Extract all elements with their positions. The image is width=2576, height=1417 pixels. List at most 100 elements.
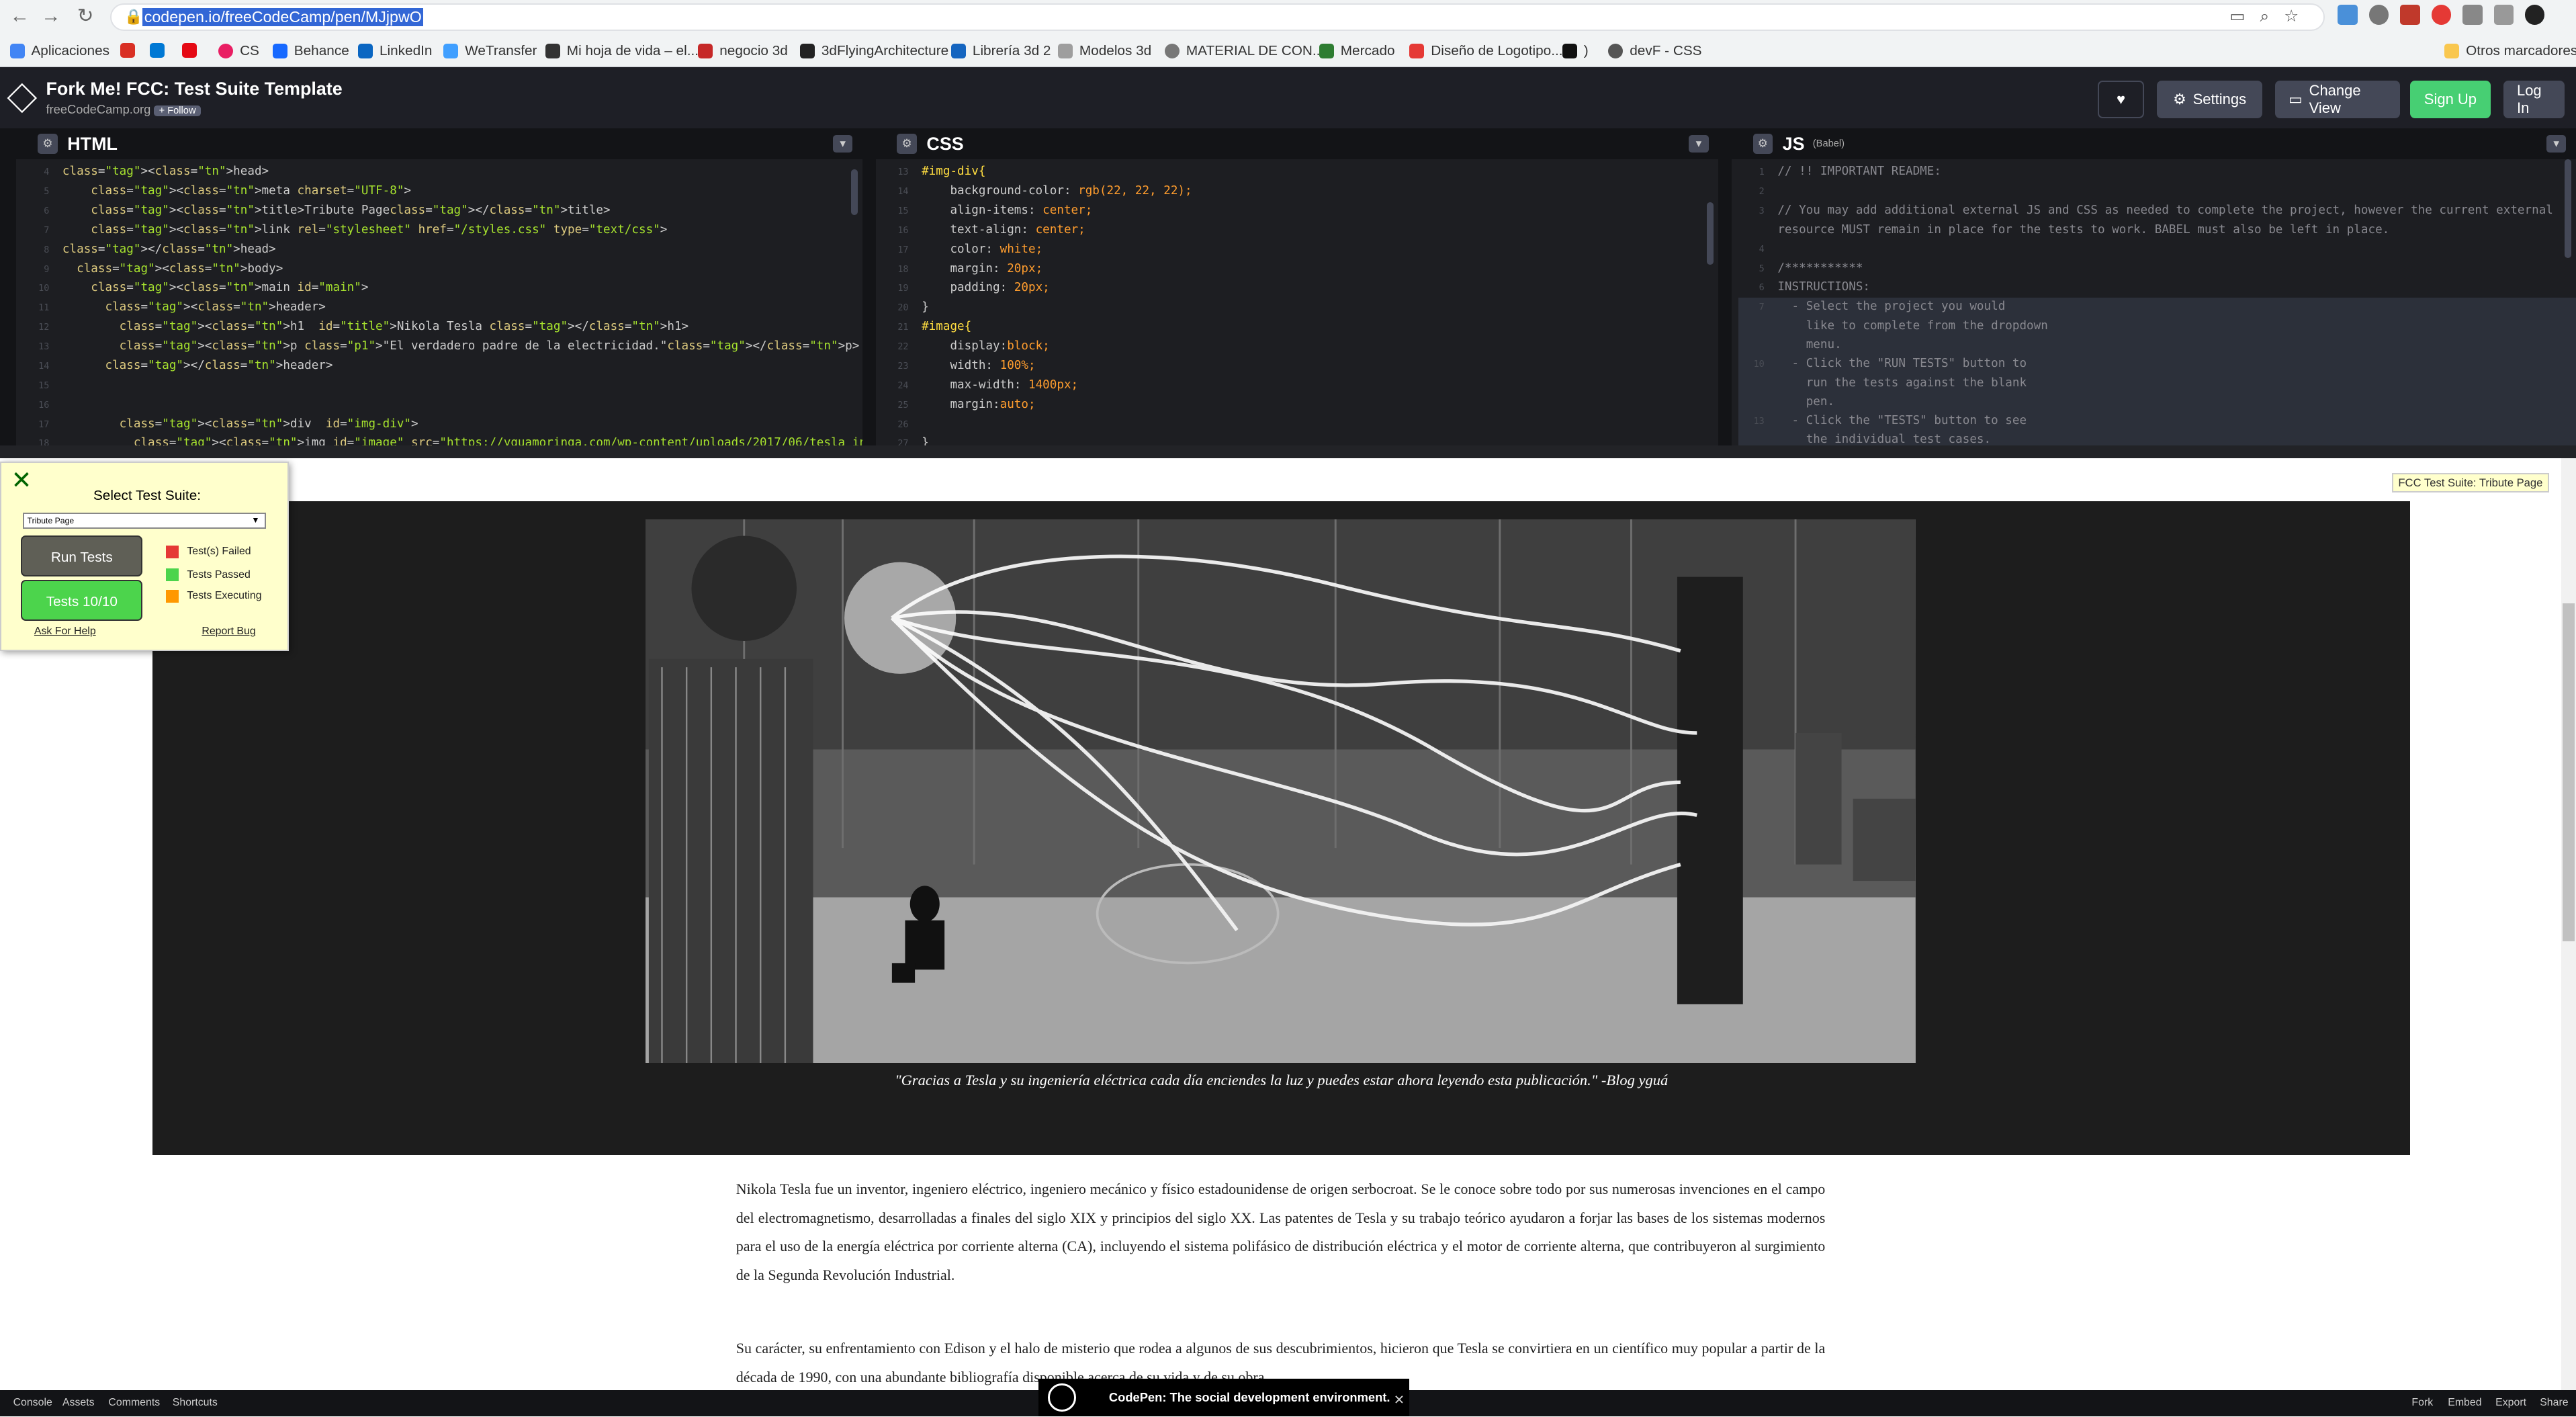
extension-icon[interactable] [2493,5,2514,25]
bookmark-devf-css[interactable]: devF - CSS [1608,43,1702,59]
bookmark-netflix-icon[interactable] [182,42,204,58]
close-icon[interactable]: ✕ [1394,1392,1405,1408]
bookmark-wetransfer[interactable]: WeTransfer [443,43,537,59]
code-line[interactable]: 5 class="tag"><class="tn">meta charset="… [23,182,862,202]
html-code[interactable]: 4 class="tag"><class="tn">head> 5 class="t… [16,159,862,445]
code-line[interactable]: 12 class="tag"><class="tn">h1 id="title"… [23,318,862,337]
chevron-down-icon[interactable]: ▾ [2546,134,2567,153]
code-line[interactable]: 21 #image{ [882,318,1718,337]
comments-button[interactable]: Comments [108,1397,160,1409]
follow-button[interactable]: + Follow [154,105,201,116]
code-line[interactable]: 14 class="tag"></class="tn">header> [23,357,862,376]
code-line[interactable]: 19 padding: 20px; [882,279,1718,298]
scrollbar[interactable] [850,169,858,216]
code-line[interactable]: 11 class="tag"><class="tn">header> [23,298,862,318]
code-line[interactable]: 25 margin:auto; [882,396,1718,415]
bookmark-hoja-de-vida[interactable]: Mi hoja de vida – el... [545,43,699,59]
address-bar[interactable]: 🔒 codepen.io/freeCodeCamp/pen/MJjpwO ▭⌕☆ [109,3,2325,32]
bookmark-linkedin[interactable]: LinkedIn [358,43,432,59]
code-line[interactable]: resource MUST remain in place for the te… [1738,221,2576,240]
code-line[interactable]: 7 - Select the project you would [1738,298,2576,318]
reload-icon[interactable]: ↻ [74,5,97,28]
code-line[interactable]: 8 class="tag"></class="tn">head> [23,241,862,260]
gear-icon[interactable]: ⚙ [1752,134,1773,154]
scrollbar-thumb[interactable] [2563,603,2575,942]
code-line[interactable]: 23 width: 100%; [882,357,1718,376]
resize-handle[interactable] [0,445,2576,459]
change-view-button[interactable]: ▭ Change View [2275,80,2401,119]
bookmark-material[interactable]: MATERIAL DE CON... [1165,43,1324,59]
export-button[interactable]: Export [2495,1397,2526,1409]
bookmark-cs[interactable]: CS [218,43,259,59]
code-line[interactable]: 15 [23,376,862,396]
js-code[interactable]: 1 // !! IMPORTANT README: 2 3 // You may add… [1732,159,2576,445]
embed-button[interactable]: Embed [2448,1397,2481,1409]
fork-button[interactable]: Fork [2411,1397,2433,1409]
extension-icon[interactable] [2431,5,2452,25]
code-line[interactable]: 14 background-color: rgb(22, 22, 22); [882,182,1718,202]
heart-icon[interactable]: ♥ [2098,80,2144,119]
share-button[interactable]: Share [2540,1397,2568,1409]
code-line[interactable]: menu. [1738,336,2576,355]
code-line[interactable]: 2 [1738,182,2576,202]
code-line[interactable]: 1 // !! IMPORTANT README: [1738,163,2576,182]
shortcuts-button[interactable]: Shortcuts [173,1397,218,1409]
scrollbar[interactable] [1707,202,1714,265]
bookmark-mercado[interactable]: Mercado [1319,43,1395,59]
bookmark-other[interactable]: Otros marcadores [2444,43,2576,59]
code-line[interactable]: 15 align-items: center; [882,202,1718,221]
extension-icon[interactable] [2368,5,2389,25]
gear-icon[interactable]: ⚙ [38,134,58,154]
code-line[interactable]: 10 - Click the "RUN TESTS" button to [1738,354,2576,374]
tests-result-button[interactable]: Tests 10/10 [21,579,143,621]
code-line[interactable]: 10 class="tag"><class="tn">main id="main… [23,279,862,298]
extension-icon[interactable] [2462,5,2483,25]
code-line[interactable]: pen. [1738,392,2576,412]
code-line[interactable]: 20} [882,298,1718,318]
bookmark-paren[interactable]: ) [1562,43,1589,59]
codepen-logo-icon[interactable] [7,83,38,113]
bookmark-modelos-3d[interactable]: Modelos 3d [1058,43,1151,59]
code-line[interactable]: 4 [1738,240,2576,259]
url-text[interactable]: codepen.io/freeCodeCamp/pen/MJjpwO [142,7,424,26]
css-editor[interactable]: ⚙ CSS ▾ 13 #img-div{14 background-color: … [875,128,1719,445]
code-line[interactable]: 7 class="tag"><class="tn">link rel="styl… [23,221,862,241]
extension-icon[interactable] [2338,5,2358,25]
code-line[interactable]: 17 color: white; [882,241,1718,260]
bookmark-negocio-3d[interactable]: negocio 3d [698,43,788,59]
code-line[interactable]: the individual test cases. [1738,431,2576,445]
code-line[interactable]: 18 margin: 20px; [882,260,1718,280]
html-editor[interactable]: ⚙ HTML ▾ 4 class="tag"><class="tn">head> 5… [16,128,863,445]
code-line[interactable]: 24 max-width: 1400px; [882,376,1718,396]
owner-name[interactable]: freeCodeCamp.org [46,102,150,116]
console-button[interactable]: Console [13,1397,52,1409]
forward-icon[interactable]: → [40,5,62,28]
code-line[interactable]: 4 class="tag"><class="tn">head> [23,163,862,182]
code-line[interactable]: 13 class="tag"><class="tn">p class="p1">… [23,337,862,357]
code-line[interactable]: 18 class="tag"><class="tn">img id="image… [23,434,862,445]
code-line[interactable]: run the tests against the blank [1738,374,2576,393]
bookmark-apps[interactable]: Aplicaciones [9,43,109,59]
profile-avatar[interactable] [2525,5,2545,25]
assets-button[interactable]: Assets [62,1397,95,1409]
scrollbar[interactable] [2564,159,2571,258]
code-line[interactable]: 9 class="tag"><class="tn">body> [23,260,862,280]
code-line[interactable]: 6 INSTRUCTIONS: [1738,278,2576,298]
bookmark-outlook-icon[interactable] [149,42,171,58]
gear-icon[interactable]: ⚙ [897,134,917,154]
code-line[interactable]: 13 - Click the "TESTS" button to see [1738,411,2576,431]
code-line[interactable]: 16 text-align: center; [882,221,1718,241]
omnibox-icons[interactable]: ▭⌕☆ [2229,6,2313,26]
bookmark-behance[interactable]: Behance [273,43,349,59]
bookmark-diseno-logotipo[interactable]: Diseño de Logotipo... [1409,43,1563,59]
bookmark-gmail-icon[interactable] [120,42,142,58]
code-line[interactable]: 26 [882,415,1718,435]
code-line[interactable]: 22 display:block; [882,337,1718,357]
js-editor[interactable]: ⚙ JS (Babel) ▾ 1 // !! IMPORTANT README: 2… [1731,128,2576,445]
report-bug-link[interactable]: Report Bug [202,626,255,638]
sign-up-button[interactable]: Sign Up [2409,80,2491,119]
chevron-down-icon[interactable]: ▾ [1689,134,1709,153]
preview-scrollbar[interactable] [2561,458,2576,1391]
chevron-down-icon[interactable]: ▾ [833,134,853,153]
code-line[interactable]: 27} [882,434,1718,445]
